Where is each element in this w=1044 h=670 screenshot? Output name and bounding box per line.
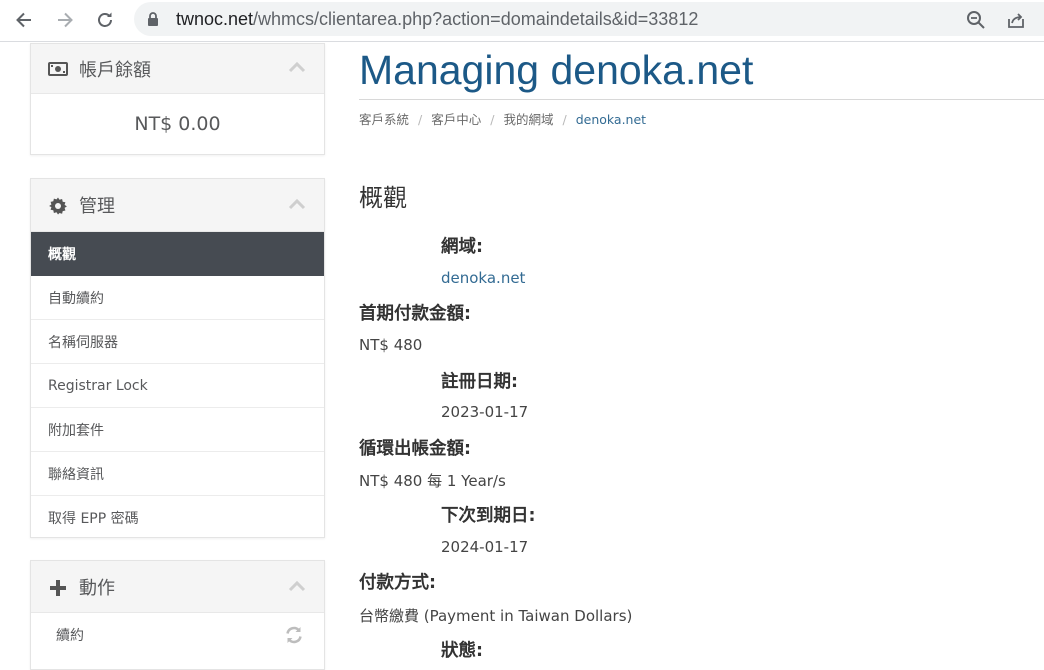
reload-icon [98, 12, 112, 27]
manage-panel-title: 管理 [79, 196, 115, 217]
balance-panel-header[interactable]: 帳戶餘額 [31, 44, 324, 94]
zoom-icon [967, 11, 985, 29]
zoom-button[interactable] [964, 8, 988, 32]
section-title: 概觀 [359, 184, 407, 212]
registration-date-value: 2023-01-17 [441, 403, 529, 421]
renew-label: 續約 [56, 628, 84, 644]
domain-value[interactable]: denoka.net [441, 269, 525, 287]
chevron-up-icon[interactable] [288, 61, 306, 73]
sidebar-item-renew[interactable]: 續約 [31, 613, 324, 657]
browser-toolbar: twnoc.net/whmcs/clientarea.php?action=do… [0, 0, 1044, 42]
page-title: Managing denoka.net [359, 47, 754, 93]
breadcrumb-item-client-system[interactable]: 客戶系統 [359, 112, 409, 127]
reload-button[interactable] [91, 6, 119, 34]
chevron-up-icon[interactable] [288, 580, 306, 592]
status-label: 狀態: [441, 641, 483, 661]
forward-button[interactable] [51, 6, 79, 34]
share-button[interactable] [1004, 8, 1028, 32]
gear-icon [49, 197, 67, 215]
payment-method-value: 台幣繳費 (Payment in Taiwan Dollars) [359, 607, 633, 625]
sidebar-item-registrar-lock[interactable]: Registrar Lock [31, 364, 324, 408]
lock-icon [148, 12, 158, 26]
chevron-up-icon[interactable] [288, 198, 306, 210]
next-due-date-value: 2024-01-17 [441, 538, 529, 556]
money-icon [48, 62, 68, 76]
actions-panel-title: 動作 [79, 577, 115, 599]
share-icon [1008, 13, 1024, 28]
breadcrumb-item-current: denoka.net [575, 112, 647, 127]
registration-date-label: 註冊日期: [441, 372, 518, 392]
first-payment-value: NT$ 480 [359, 336, 423, 354]
balance-amount: NT$ 0.00 [134, 113, 221, 135]
account-balance-panel: 帳戶餘額 NT$ 0.00 [30, 43, 325, 155]
sidebar-item-auto-renew[interactable]: 自動續約 [31, 276, 324, 320]
plus-icon [50, 580, 66, 596]
back-button[interactable] [10, 6, 38, 34]
title-divider [359, 99, 1044, 100]
actions-panel-header[interactable]: 動作 [31, 561, 324, 613]
sidebar-item-overview[interactable]: 概觀 [31, 232, 324, 276]
manage-panel: 管理 概觀 自動續約 名稱伺服器 Registrar Lock 附加套件 聯絡資… [30, 178, 325, 538]
sidebar-item-nameservers[interactable]: 名稱伺服器 [31, 320, 324, 364]
breadcrumb-separator: / [490, 112, 495, 127]
recurring-amount-label: 循環出帳金額: [359, 439, 471, 459]
breadcrumb-item-client-area[interactable]: 客戶中心 [431, 112, 481, 127]
breadcrumb-separator: / [562, 112, 567, 127]
breadcrumb: 客戶系統 / 客戶中心 / 我的網域 / denoka.net [359, 109, 646, 128]
url-host: twnoc.net [176, 9, 254, 29]
url-path: /whmcs/clientarea.php?action=domaindetai… [253, 9, 699, 29]
forward-arrow-icon [58, 12, 73, 28]
actions-panel: 動作 續約 [30, 560, 325, 670]
refresh-icon [286, 626, 302, 644]
sidebar-item-contact-info[interactable]: 聯絡資訊 [31, 452, 324, 496]
domain-label: 網域: [441, 237, 483, 257]
payment-method-label: 付款方式: [359, 573, 436, 593]
address-bar[interactable]: twnoc.net/whmcs/clientarea.php?action=do… [134, 2, 1044, 36]
sidebar-item-addons[interactable]: 附加套件 [31, 408, 324, 452]
first-payment-label: 首期付款金額: [359, 304, 471, 324]
balance-panel-title: 帳戶餘額 [79, 59, 151, 81]
back-arrow-icon [16, 12, 31, 28]
breadcrumb-item-my-domains[interactable]: 我的網域 [503, 112, 553, 127]
next-due-date-label: 下次到期日: [441, 506, 536, 526]
sidebar-item-epp-code[interactable]: 取得 EPP 密碼 [31, 496, 324, 540]
recurring-amount-value: NT$ 480 每 1 Year/s [359, 472, 506, 490]
breadcrumb-separator: / [418, 112, 423, 127]
manage-panel-header[interactable]: 管理 [31, 179, 324, 232]
url-text: twnoc.net/whmcs/clientarea.php?action=do… [176, 8, 698, 30]
